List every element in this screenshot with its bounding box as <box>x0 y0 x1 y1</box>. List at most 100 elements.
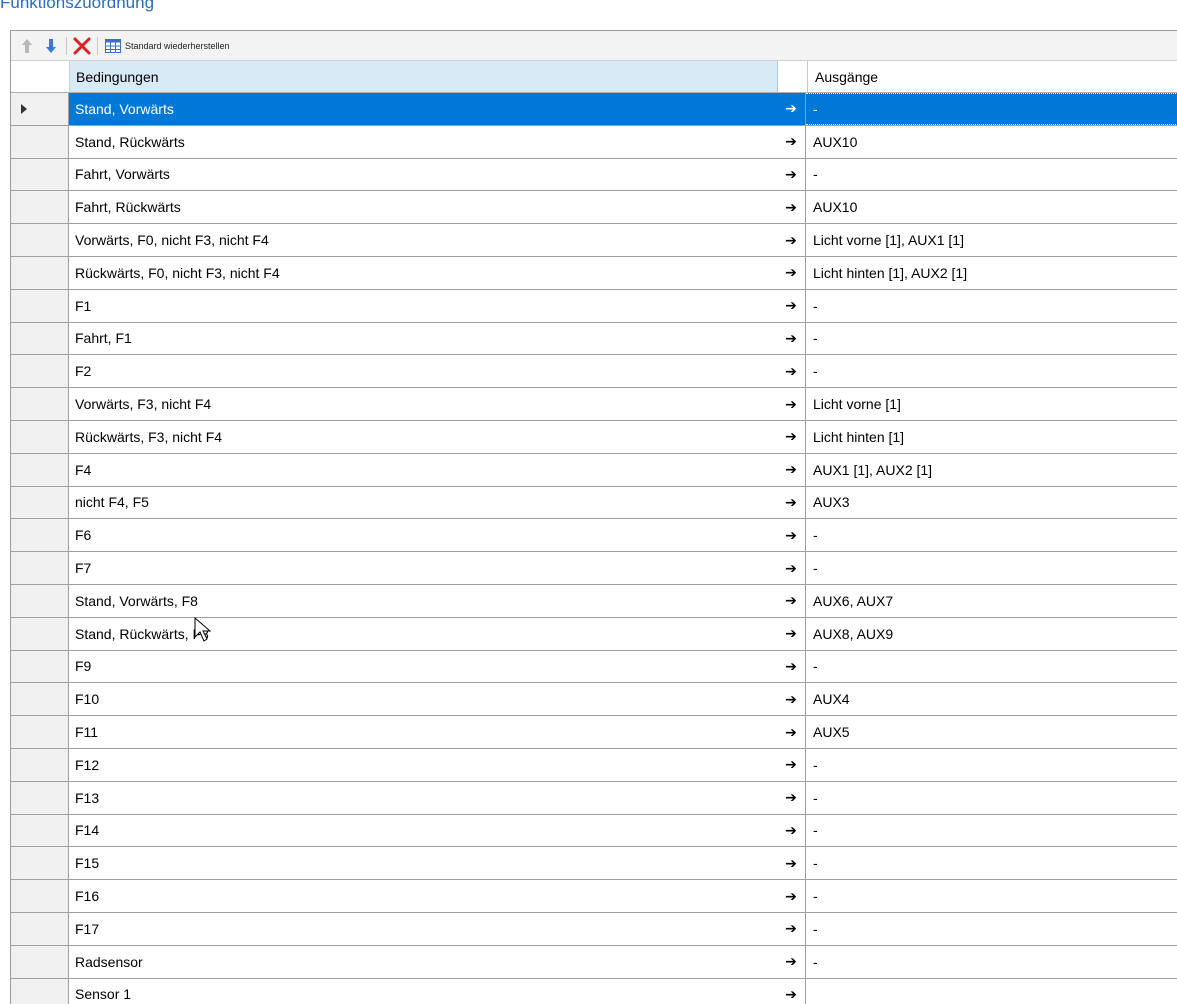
condition-cell[interactable]: nicht F4, F5 <box>69 487 777 519</box>
output-cell[interactable]: AUX8, AUX9 <box>806 618 1177 650</box>
output-cell[interactable]: - <box>806 815 1177 847</box>
table-row[interactable]: Stand, Rückwärts ➔ AUX10 <box>11 125 1177 159</box>
output-cell[interactable] <box>806 979 1177 1004</box>
table-row[interactable]: F12 ➔ - <box>11 748 1177 782</box>
table-row[interactable]: F11 ➔ AUX5 <box>11 716 1177 749</box>
output-cell[interactable]: - <box>806 880 1177 912</box>
row-selector[interactable] <box>11 552 69 584</box>
row-selector[interactable] <box>11 453 69 486</box>
table-row[interactable]: F17 ➔ - <box>11 912 1177 946</box>
output-cell[interactable]: AUX4 <box>806 683 1177 715</box>
condition-cell[interactable]: Radsensor <box>69 946 777 978</box>
table-row[interactable]: F10 ➔ AUX4 <box>11 683 1177 717</box>
table-row[interactable]: nicht F4, F5 ➔ AUX3 <box>11 486 1177 520</box>
table-row[interactable]: F13 ➔ - <box>11 781 1177 815</box>
row-selector[interactable] <box>11 781 69 814</box>
restore-defaults-button[interactable]: Standard wiederherstellen <box>101 34 234 58</box>
condition-cell[interactable]: F9 <box>69 651 777 683</box>
table-row[interactable]: F2 ➔ - <box>11 355 1177 389</box>
row-selector[interactable] <box>11 945 69 978</box>
output-cell[interactable]: - <box>806 913 1177 945</box>
output-cell[interactable]: AUX10 <box>806 191 1177 223</box>
header-conditions[interactable]: Bedingungen <box>70 61 778 92</box>
condition-cell[interactable]: Stand, Rückwärts, F8 <box>69 618 777 650</box>
row-selector[interactable] <box>11 486 69 519</box>
output-cell[interactable]: - <box>806 159 1177 191</box>
table-row[interactable]: F16 ➔ - <box>11 880 1177 913</box>
output-cell[interactable]: Licht hinten [1], AUX2 [1] <box>806 257 1177 289</box>
table-row[interactable]: F14 ➔ - <box>11 814 1177 848</box>
row-selector[interactable] <box>11 420 69 453</box>
row-selector[interactable] <box>11 978 69 1004</box>
output-cell[interactable]: AUX1 [1], AUX2 [1] <box>806 454 1177 486</box>
row-selector[interactable] <box>11 617 69 650</box>
condition-cell[interactable]: F10 <box>69 683 777 715</box>
row-selector[interactable] <box>11 748 69 781</box>
table-row[interactable]: Stand, Vorwärts, F8 ➔ AUX6, AUX7 <box>11 584 1177 618</box>
condition-cell[interactable]: Stand, Rückwärts <box>69 126 777 158</box>
row-selector[interactable] <box>11 322 69 355</box>
condition-cell[interactable]: F4 <box>69 454 777 486</box>
condition-cell[interactable]: Stand, Vorwärts, F8 <box>69 585 777 617</box>
condition-cell[interactable]: F13 <box>69 782 777 814</box>
row-selector[interactable] <box>11 650 69 683</box>
output-cell[interactable]: AUX10 <box>806 126 1177 158</box>
table-row[interactable]: Fahrt, Rückwärts ➔ AUX10 <box>11 191 1177 225</box>
output-cell[interactable]: - <box>806 946 1177 978</box>
table-row[interactable]: F6 ➔ - <box>11 519 1177 553</box>
output-cell[interactable]: - <box>806 749 1177 781</box>
table-row[interactable]: Rückwärts, F3, nicht F4 ➔ Licht hinten [1] <box>11 420 1177 454</box>
row-selector[interactable] <box>11 224 69 256</box>
table-row[interactable]: Radsensor ➔ - <box>11 945 1177 979</box>
header-outputs[interactable]: Ausgänge <box>808 61 1177 92</box>
condition-cell[interactable]: F16 <box>69 880 777 912</box>
table-row[interactable]: F4 ➔ AUX1 [1], AUX2 [1] <box>11 453 1177 487</box>
output-cell[interactable]: - <box>806 651 1177 683</box>
condition-cell[interactable]: F17 <box>69 913 777 945</box>
row-selector[interactable] <box>11 683 69 716</box>
condition-cell[interactable]: F15 <box>69 847 777 879</box>
row-selector[interactable] <box>11 519 69 552</box>
output-cell[interactable]: - <box>806 782 1177 814</box>
table-row[interactable]: Rückwärts, F0, nicht F3, nicht F4 ➔ Licht … <box>11 256 1177 290</box>
output-cell[interactable]: Licht vorne [1], AUX1 [1] <box>806 224 1177 256</box>
condition-cell[interactable]: Fahrt, Rückwärts <box>69 191 777 223</box>
row-selector[interactable] <box>11 191 69 224</box>
row-selector[interactable] <box>11 256 69 289</box>
table-row[interactable]: F7 ➔ - <box>11 552 1177 585</box>
table-row[interactable]: F15 ➔ - <box>11 847 1177 881</box>
row-selector[interactable] <box>11 355 69 388</box>
condition-cell[interactable]: Sensor 1 <box>69 979 777 1004</box>
condition-cell[interactable]: F11 <box>69 716 777 748</box>
row-selector[interactable] <box>11 388 69 420</box>
output-cell[interactable]: AUX5 <box>806 716 1177 748</box>
condition-cell[interactable]: Rückwärts, F0, nicht F3, nicht F4 <box>69 257 777 289</box>
row-selector[interactable] <box>11 716 69 748</box>
table-row[interactable]: Fahrt, F1 ➔ - <box>11 322 1177 356</box>
condition-cell[interactable]: F6 <box>69 519 777 551</box>
output-cell[interactable]: - <box>806 355 1177 387</box>
output-cell[interactable]: AUX3 <box>806 487 1177 519</box>
condition-cell[interactable]: Stand, Vorwärts <box>69 93 777 125</box>
row-selector[interactable] <box>11 289 69 322</box>
condition-cell[interactable]: F7 <box>69 552 777 584</box>
table-row[interactable]: Sensor 1 ➔ <box>11 978 1177 1004</box>
condition-cell[interactable]: Fahrt, Vorwärts <box>69 159 777 191</box>
condition-cell[interactable]: F1 <box>69 290 777 322</box>
output-cell[interactable]: Licht hinten [1] <box>806 421 1177 453</box>
output-cell[interactable]: Licht vorne [1] <box>806 388 1177 420</box>
output-cell[interactable]: - <box>806 552 1177 584</box>
condition-cell[interactable]: F12 <box>69 749 777 781</box>
table-row[interactable]: Vorwärts, F0, nicht F3, nicht F4 ➔ Licht v… <box>11 224 1177 257</box>
output-cell[interactable]: - <box>806 519 1177 551</box>
condition-cell[interactable]: Vorwärts, F0, nicht F3, nicht F4 <box>69 224 777 256</box>
row-selector[interactable] <box>11 93 69 125</box>
table-row[interactable]: Stand, Vorwärts ➔ - <box>11 93 1177 126</box>
delete-button[interactable] <box>70 34 94 58</box>
row-selector[interactable] <box>11 158 69 191</box>
row-selector[interactable] <box>11 125 69 158</box>
output-cell[interactable]: - <box>806 93 1177 125</box>
condition-cell[interactable]: F14 <box>69 815 777 847</box>
output-cell[interactable]: - <box>806 847 1177 879</box>
condition-cell[interactable]: Fahrt, F1 <box>69 323 777 355</box>
